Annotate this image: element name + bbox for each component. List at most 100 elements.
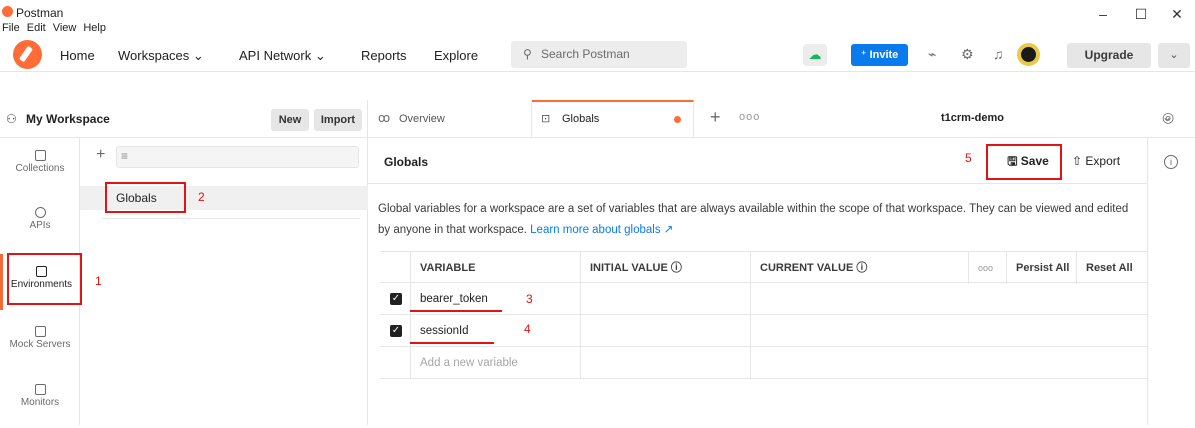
workspace-name[interactable]: My Workspace: [26, 112, 110, 126]
info-icon[interactable]: i: [1164, 155, 1178, 169]
initial-value[interactable]: [580, 347, 750, 379]
apis-icon: [34, 207, 46, 218]
upgrade-button[interactable]: Upgrade: [1067, 43, 1151, 68]
tab-label: Globals: [562, 113, 600, 125]
title-bar: Postman – ☐ ✕: [0, 0, 1195, 34]
eye-icon[interactable]: ◎: [1162, 109, 1174, 126]
nav-home[interactable]: Home: [60, 48, 95, 63]
search-icon: ⚲: [523, 47, 532, 61]
app-header: Home Workspaces ⌄ API Network ⌄ Reports …: [0, 38, 1195, 72]
sidebar-item-mock-servers[interactable]: Mock Servers: [0, 314, 80, 370]
search-placeholder: Search Postman: [541, 47, 630, 61]
search-input[interactable]: ⚲ Search Postman: [511, 41, 687, 68]
menu-edit[interactable]: Edit: [27, 22, 46, 38]
unsaved-dot: [674, 116, 681, 123]
globals-icon: ⊡: [541, 113, 551, 125]
satellite-icon[interactable]: ⌁: [928, 46, 936, 63]
new-tab-icon[interactable]: +: [710, 107, 721, 128]
row-checkbox[interactable]: ✓: [390, 293, 402, 305]
row-checkbox[interactable]: ✓: [390, 325, 402, 337]
more-icon[interactable]: ooo: [739, 111, 760, 123]
tab-label: Overview: [399, 113, 445, 125]
tab-overview[interactable]: ꝏ Overview: [368, 100, 532, 138]
current-value[interactable]: [750, 283, 1147, 315]
column-header: INITIAL VALUE ⓘ: [580, 252, 750, 284]
sidebar-item-label: Monitors: [20, 397, 60, 408]
close-button[interactable]: ✕: [1162, 4, 1192, 24]
current-value[interactable]: [750, 315, 1147, 347]
sidebar-item-monitors[interactable]: Monitors: [0, 372, 80, 428]
app-title: Postman: [16, 6, 64, 20]
postman-logo-icon[interactable]: [13, 40, 42, 69]
chevron-down-icon[interactable]: ⌄: [1158, 43, 1190, 68]
annotation-underline: [410, 310, 502, 312]
tab-bar: ꝏ Overview ⊡ Globals + ooo t1crm-demo ⌄: [368, 100, 1195, 138]
sidebar-item-label: Collections: [15, 163, 65, 174]
postman-logo-icon: [2, 6, 13, 17]
annotation-number: 2: [198, 190, 205, 204]
sidebar-item-label: APIs: [29, 220, 51, 231]
user-icon: ⚇: [6, 112, 17, 126]
page-title: Globals: [384, 155, 429, 169]
collections-icon: [34, 150, 46, 161]
annotation-box-environments: [7, 253, 82, 305]
invite-button[interactable]: ⁺ Invite: [851, 44, 908, 66]
gear-icon[interactable]: ⚙: [961, 46, 974, 63]
column-header: VARIABLE: [410, 252, 580, 284]
column-header: CURRENT VALUE ⓘ: [750, 252, 968, 284]
description: Global variables for a workspace are a s…: [378, 199, 1138, 241]
content-header: Globals 5 🖫 Save ⇧ Export: [368, 138, 1147, 184]
table-row[interactable]: ✓ bearer_token 3: [380, 283, 1147, 315]
initial-value[interactable]: [580, 283, 750, 315]
annotation-number: 3: [526, 292, 533, 306]
current-value[interactable]: [750, 347, 1147, 379]
learn-more-link[interactable]: Learn more about globals ↗: [530, 224, 673, 236]
nav-explore[interactable]: Explore: [434, 48, 478, 63]
nav-reports[interactable]: Reports: [361, 48, 407, 63]
overview-icon: ꝏ: [378, 111, 391, 125]
table-row-add[interactable]: Add a new variable: [380, 347, 1147, 379]
persist-all-button[interactable]: Persist All: [1006, 252, 1076, 284]
table-header-row: VARIABLE INITIAL VALUE ⓘ CURRENT VALUE ⓘ…: [380, 251, 1147, 284]
initial-value[interactable]: [580, 315, 750, 347]
avatar[interactable]: [1017, 43, 1040, 66]
filter-icon: ≡: [121, 149, 129, 163]
import-button[interactable]: Import: [314, 109, 362, 131]
description-text: Global variables for a workspace are a s…: [378, 203, 1129, 236]
menu-bar: File Edit View Help: [2, 22, 106, 38]
right-rail: i: [1147, 138, 1195, 425]
nav-api-network[interactable]: API Network ⌄: [239, 48, 326, 64]
minimize-button[interactable]: –: [1088, 4, 1118, 24]
menu-file[interactable]: File: [2, 22, 20, 38]
annotation-number: 5: [965, 151, 972, 165]
environment-select[interactable]: t1crm-demo: [941, 112, 1004, 124]
sidebar-item-apis[interactable]: APIs: [0, 195, 80, 251]
reset-all-button[interactable]: Reset All: [1076, 252, 1147, 284]
bell-icon[interactable]: ♫: [993, 46, 1004, 62]
add-variable-input[interactable]: Add a new variable: [410, 347, 580, 379]
mock-servers-icon: [34, 326, 46, 337]
workspace-bar: ⚇ My Workspace New Import: [0, 100, 368, 138]
more-icon[interactable]: ooo: [968, 252, 1006, 284]
nav-workspaces[interactable]: Workspaces ⌄: [118, 48, 204, 64]
export-button[interactable]: ⇧ Export: [1072, 149, 1142, 173]
annotation-box-save: [986, 144, 1062, 180]
table-row[interactable]: ✓ sessionId 4: [380, 315, 1147, 347]
new-button[interactable]: New: [271, 109, 309, 131]
sync-status-icon[interactable]: ☁: [803, 44, 827, 66]
divider: [102, 218, 360, 219]
sidebar-item-label: Mock Servers: [9, 339, 71, 350]
maximize-button[interactable]: ☐: [1126, 4, 1156, 24]
annotation-box-globals: [105, 182, 186, 213]
plus-icon[interactable]: +: [96, 146, 105, 164]
export-label: Export: [1085, 154, 1121, 168]
filter-input[interactable]: ≡: [116, 146, 359, 168]
sidebar-item-collections[interactable]: Collections: [0, 138, 80, 194]
tab-globals[interactable]: ⊡ Globals: [532, 100, 694, 138]
monitors-icon: [34, 384, 46, 395]
export-icon: ⇧: [1072, 154, 1086, 168]
menu-view[interactable]: View: [53, 22, 77, 38]
annotation-underline: [410, 342, 494, 344]
menu-help[interactable]: Help: [83, 22, 106, 38]
annotation-number: 4: [524, 322, 531, 336]
